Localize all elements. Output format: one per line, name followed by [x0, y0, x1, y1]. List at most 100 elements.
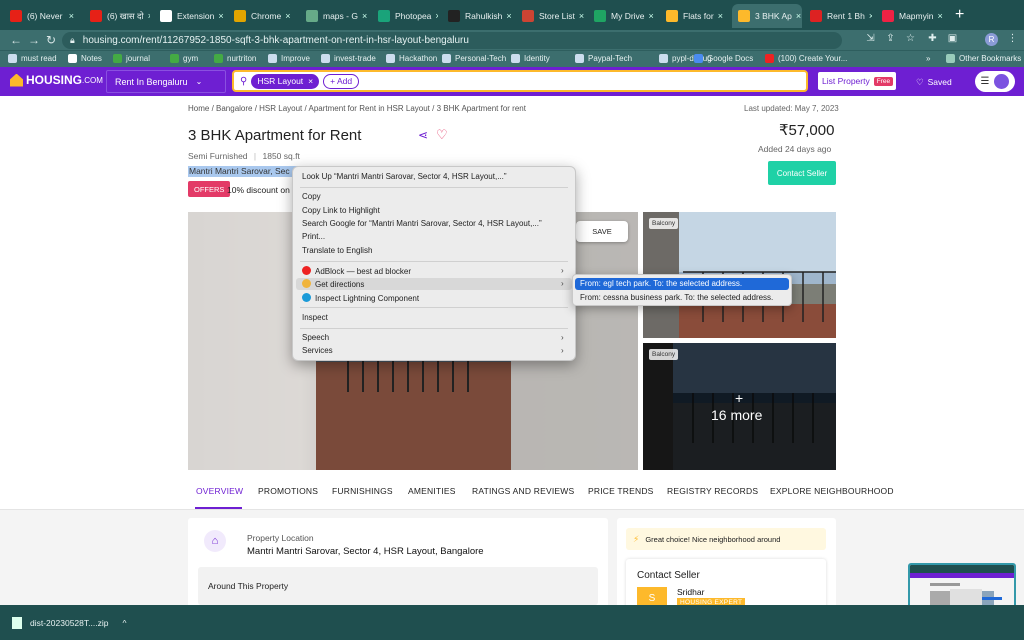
download-item[interactable]: dist-20230528T....zip ^: [12, 617, 126, 629]
menu-item-look-up[interactable]: Look Up “Mantri Mantri Sarovar, Sector 4…: [302, 172, 507, 181]
close-tab-icon[interactable]: ×: [502, 11, 511, 21]
menu-item-translate[interactable]: Translate to English: [302, 246, 372, 255]
bookmark-item[interactable]: Paypal-Tech: [575, 52, 632, 65]
seller-name: Sridhar: [677, 587, 705, 597]
bookmark-item[interactable]: nurtriton: [214, 52, 256, 65]
close-tab-icon[interactable]: ×: [281, 11, 290, 21]
close-tab-icon[interactable]: ×: [358, 11, 367, 21]
menu-item-services[interactable]: Services: [302, 346, 333, 355]
close-tab-icon[interactable]: ×: [575, 11, 584, 21]
bookmark-item[interactable]: Identity: [511, 52, 550, 65]
bookmark-star-icon[interactable]: ☆: [904, 33, 917, 46]
section-tab[interactable]: FURNISHINGS: [332, 486, 393, 496]
bookmark-item[interactable]: gym: [170, 52, 198, 65]
submenu-item-cessna-business-park[interactable]: From: cessna business park. To: the sele…: [580, 293, 773, 302]
bookmark-item[interactable]: must read: [8, 52, 57, 65]
new-tab-button[interactable]: +: [955, 6, 964, 24]
user-menu[interactable]: ☰: [975, 71, 1015, 92]
menu-item-get-directions[interactable]: Get directions: [302, 279, 364, 289]
bookmark-item[interactable]: invest-trade: [321, 52, 376, 65]
section-tab[interactable]: EXPLORE NEIGHBOURHOOD: [770, 486, 894, 496]
section-tab[interactable]: AMENITIES: [408, 486, 456, 496]
close-tab-icon[interactable]: ×: [65, 11, 74, 21]
browser-tab[interactable]: Rahulkish ×: [442, 4, 512, 28]
bookmark-item[interactable]: Google Docs: [694, 52, 753, 65]
share-icon[interactable]: ⋖: [418, 128, 428, 142]
menu-item-inspect[interactable]: Inspect: [302, 313, 328, 322]
close-tab-icon[interactable]: ×: [645, 11, 654, 21]
close-tab-icon[interactable]: ×: [865, 11, 872, 21]
section-tab[interactable]: PROMOTIONS: [258, 486, 318, 496]
bookmark-item[interactable]: Notes: [68, 52, 102, 65]
favorite-heart-icon[interactable]: ♡: [436, 127, 448, 143]
reload-icon[interactable]: ↻: [46, 33, 56, 47]
menu-item-adblock[interactable]: AdBlock — best ad blocker: [302, 266, 411, 276]
side-panel-icon[interactable]: ▣: [946, 33, 959, 46]
browser-tab[interactable]: Extension ×: [154, 4, 224, 28]
browser-tab-label: Rent 1 Bh: [827, 11, 865, 21]
menu-item-copy-link[interactable]: Copy Link to Highlight: [302, 206, 380, 215]
breadcrumb[interactable]: Home / Bangalore / HSR Layout / Apartmen…: [188, 104, 526, 113]
close-tab-icon[interactable]: ×: [144, 11, 150, 21]
browser-tab[interactable]: Photopea×: [372, 4, 438, 28]
list-property-button[interactable]: List Property Free: [818, 72, 896, 90]
share-icon[interactable]: ⇪: [884, 33, 897, 46]
forward-arrow-icon[interactable]: →: [28, 33, 40, 47]
housing-logo[interactable]: HOUSING .COM: [10, 73, 103, 87]
browser-tab[interactable]: (6) Never ×: [4, 4, 80, 28]
close-icon[interactable]: ×: [308, 76, 313, 86]
section-tab[interactable]: OVERVIEW: [196, 486, 243, 496]
offers-badge: OFFERS: [188, 181, 231, 197]
back-arrow-icon[interactable]: ←: [10, 33, 22, 47]
section-tab[interactable]: RATINGS AND REVIEWS: [472, 486, 574, 496]
browser-tab[interactable]: Chrome ×: [228, 4, 296, 28]
city-selector[interactable]: Rent In Bengaluru ⌄: [106, 70, 226, 93]
browser-tab[interactable]: Mapmyin ×: [876, 4, 948, 28]
save-button[interactable]: SAVE: [576, 221, 628, 242]
contact-seller-button[interactable]: Contact Seller: [768, 161, 836, 185]
browser-tab[interactable]: (6) खास दो×: [84, 4, 150, 28]
bookmark-item[interactable]: (100) Create Your...: [765, 52, 847, 65]
bookmark-label: Personal-Tech: [455, 54, 507, 63]
locality-search-box[interactable]: ⚲ HSR Layout × + Add: [232, 70, 808, 92]
menu-item-speech[interactable]: Speech: [302, 333, 329, 342]
menu-item-print[interactable]: Print...: [302, 232, 325, 241]
browser-tab[interactable]: Rent 1 Bh ×: [804, 4, 872, 28]
locality-chip[interactable]: HSR Layout ×: [251, 73, 320, 89]
bookmark-icon: [511, 54, 520, 63]
browser-tab[interactable]: 3 BHK Ap ×: [732, 4, 802, 28]
chevron-up-icon[interactable]: ^: [122, 618, 126, 628]
profile-avatar[interactable]: R: [985, 33, 998, 46]
browser-tab[interactable]: maps - G ×: [300, 4, 368, 28]
offer-text[interactable]: 10% discount on se: [227, 185, 301, 195]
close-tab-icon[interactable]: ×: [933, 11, 942, 21]
saved-link[interactable]: ♡ Saved: [916, 77, 952, 88]
other-bookmarks-folder[interactable]: Other Bookmarks: [946, 52, 1021, 65]
open-in-app-icon[interactable]: ⇲: [864, 33, 877, 46]
bookmarks-overflow-button[interactable]: »: [926, 52, 930, 65]
close-tab-icon[interactable]: ×: [792, 11, 801, 21]
close-tab-icon[interactable]: ×: [431, 11, 438, 21]
menu-item-search-google[interactable]: Search Google for “Mantri Mantri Sarovar…: [302, 219, 542, 228]
bookmark-icon: [268, 54, 277, 63]
extensions-puzzle-icon[interactable]: ✚: [926, 33, 939, 46]
browser-tab[interactable]: Flats for ×: [660, 4, 728, 28]
bookmark-item[interactable]: Improve: [268, 52, 310, 65]
more-photos-link[interactable]: 16 more: [711, 407, 762, 423]
menu-item-inspect-lightning[interactable]: Inspect Lightning Component: [302, 293, 419, 303]
browser-tab[interactable]: My Drive ×: [588, 4, 656, 28]
section-tab[interactable]: PRICE TRENDS: [588, 486, 654, 496]
close-tab-icon[interactable]: ×: [714, 11, 723, 21]
submenu-item-egl-tech-park[interactable]: From: egl tech park. To: the selected ad…: [580, 279, 742, 288]
section-tab[interactable]: REGISTRY RECORDS: [667, 486, 758, 496]
browser-menu-icon[interactable]: ⋮: [1006, 33, 1019, 46]
add-locality-button[interactable]: + Add: [323, 73, 360, 89]
bookmark-item[interactable]: Hackathon: [386, 52, 437, 65]
browser-tab[interactable]: Store List ×: [516, 4, 584, 28]
bookmark-item[interactable]: Personal-Tech: [442, 52, 506, 65]
address-bar[interactable]: 🔒︎ housing.com/rent/11267952-1850-sqft-3…: [62, 32, 842, 49]
close-tab-icon[interactable]: ×: [214, 11, 223, 21]
menu-item-copy[interactable]: Copy: [302, 192, 321, 201]
download-app-link[interactable]: ▯ Download App: [742, 77, 806, 88]
bookmark-item[interactable]: journal: [113, 52, 150, 65]
